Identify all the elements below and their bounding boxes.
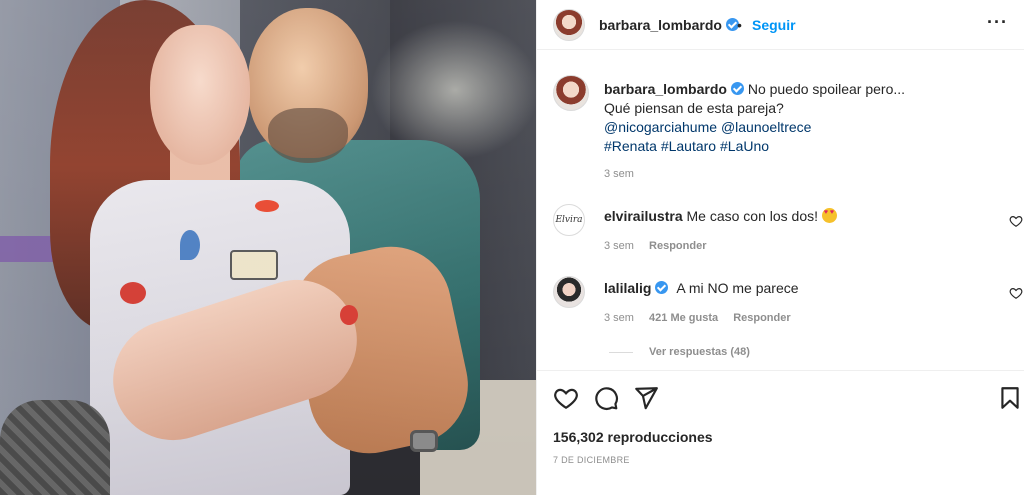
post-panel: barbara_lombardo • Seguir ··· barbara_lo…: [536, 0, 1024, 495]
view-replies-button[interactable]: Ver respuestas (48): [609, 346, 750, 358]
reply-button[interactable]: Responder: [733, 312, 790, 324]
post-header: barbara_lombardo • Seguir ···: [537, 0, 1024, 50]
comment-meta: 3 sem 421 Me gusta Responder: [604, 312, 791, 324]
caption-author[interactable]: barbara_lombardo: [604, 81, 727, 97]
avatar-text: Elvira: [555, 215, 583, 225]
caption-time[interactable]: 3 sem: [604, 168, 634, 180]
separator-dot: •: [737, 17, 742, 33]
post-photo[interactable]: [0, 0, 536, 495]
caption-line-1: No puedo spoilear pero...: [747, 81, 906, 97]
caption-avatar[interactable]: [553, 75, 589, 111]
like-comment-heart-icon[interactable]: [1009, 286, 1023, 300]
post-date[interactable]: 7 DE DICIEMBRE: [553, 455, 630, 465]
heart-eyes-emoji-icon: [821, 208, 837, 223]
hashtag-link[interactable]: #Lautaro: [661, 138, 716, 154]
hashtag-link[interactable]: #Renata: [604, 138, 657, 154]
comment-text: Me caso con los dos!: [686, 208, 819, 224]
view-count[interactable]: 156,302 reproducciones: [553, 429, 713, 445]
share-icon[interactable]: [633, 385, 659, 411]
comment-meta: 3 sem Responder: [604, 240, 707, 252]
verified-badge-icon: [730, 82, 744, 95]
comment-icon[interactable]: [593, 385, 619, 411]
avatar[interactable]: [553, 9, 585, 41]
verified-badge-icon: [655, 281, 669, 294]
comment-avatar[interactable]: [553, 276, 585, 308]
photo-overlay: [0, 0, 536, 495]
reply-button[interactable]: Responder: [649, 240, 706, 252]
comment: elvirailustra Me caso con los dos!: [604, 208, 837, 224]
comment-author[interactable]: lalilalig: [604, 280, 651, 296]
comment-author[interactable]: elvirailustra: [604, 208, 683, 224]
heart-icon[interactable]: [553, 385, 579, 411]
comment-text: A mi NO me parece: [676, 280, 799, 296]
post-author[interactable]: barbara_lombardo: [599, 17, 739, 33]
comment: lalilalig A mi NO me parece: [604, 280, 799, 296]
post-author-name[interactable]: barbara_lombardo: [599, 17, 722, 33]
comment-likes[interactable]: 421 Me gusta: [649, 312, 718, 324]
mention-link[interactable]: @nicogarciahume: [604, 119, 717, 135]
hashtag-link[interactable]: #LaUno: [720, 138, 769, 154]
mention-link[interactable]: @launoeltrece: [721, 119, 812, 135]
more-options-icon[interactable]: ···: [987, 12, 1008, 33]
caption-line-2: Qué piensan de esta pareja?: [604, 100, 784, 116]
bookmark-icon[interactable]: [997, 385, 1023, 411]
comment-time[interactable]: 3 sem: [604, 312, 634, 324]
comment-time[interactable]: 3 sem: [604, 240, 634, 252]
follow-button[interactable]: Seguir: [752, 17, 796, 33]
comment-avatar[interactable]: Elvira: [553, 204, 585, 236]
like-comment-heart-icon[interactable]: [1009, 214, 1023, 228]
caption: barbara_lombardo No puedo spoilear pero.…: [604, 80, 1004, 156]
action-bar: 156,302 reproducciones 7 DE DICIEMBRE: [537, 370, 1024, 495]
